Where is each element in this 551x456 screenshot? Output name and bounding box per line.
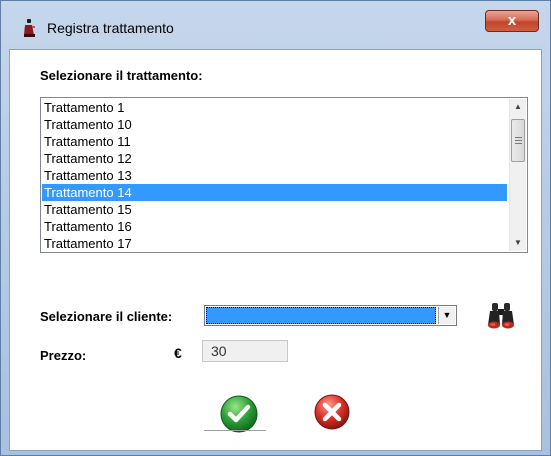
scroll-thumb[interactable] <box>511 119 525 162</box>
scroll-down-icon[interactable]: ▼ <box>510 235 526 251</box>
client-combobox[interactable]: ▼ <box>204 305 457 326</box>
client-label: Selezionare il cliente: <box>40 309 173 324</box>
list-item[interactable]: Trattamento 13 <box>42 167 507 184</box>
treatment-scrollbar[interactable]: ▲ ▼ <box>509 99 526 251</box>
chevron-down-icon[interactable]: ▼ <box>438 307 455 324</box>
treatment-listbox[interactable]: Trattamento 1 Trattamento 10 Trattamento 1… <box>40 97 528 253</box>
price-label: Prezzo: <box>40 348 87 363</box>
scroll-up-icon[interactable]: ▲ <box>510 99 526 115</box>
list-item[interactable]: Trattamento 10 <box>42 116 507 133</box>
title-bar[interactable]: Registra trattamento x <box>1 1 551 49</box>
cross-icon[interactable] <box>312 392 352 432</box>
list-item[interactable]: Trattamento 15 <box>42 201 507 218</box>
list-item[interactable]: Trattamento 16 <box>42 218 507 235</box>
list-item[interactable]: Trattamento 12 <box>42 150 507 167</box>
app-icon <box>24 19 35 37</box>
treatment-label: Selezionare il trattamento: <box>40 68 203 83</box>
list-item[interactable]: Trattamento 17 <box>42 235 507 251</box>
window-title: Registra trattamento <box>47 20 174 36</box>
list-item[interactable]: Trattamento 11 <box>42 133 507 150</box>
close-button[interactable]: x <box>485 10 539 32</box>
binoculars-icon[interactable] <box>486 301 516 329</box>
client-combobox-value[interactable] <box>206 307 436 324</box>
dialog-body: Selezionare il trattamento: Trattamento … <box>9 49 542 451</box>
list-item[interactable]: Trattamento 1 <box>42 99 507 116</box>
treatment-list: Trattamento 1 Trattamento 10 Trattamento 1… <box>42 99 507 251</box>
dialog-window: Registra trattamento x Selezionare il tr… <box>0 0 551 456</box>
confirm-focus-underline <box>204 430 266 431</box>
list-item[interactable]: Trattamento 14 <box>42 184 507 201</box>
check-icon[interactable] <box>212 394 266 438</box>
price-field[interactable]: 30 <box>202 340 288 362</box>
currency-symbol: € <box>174 345 182 361</box>
